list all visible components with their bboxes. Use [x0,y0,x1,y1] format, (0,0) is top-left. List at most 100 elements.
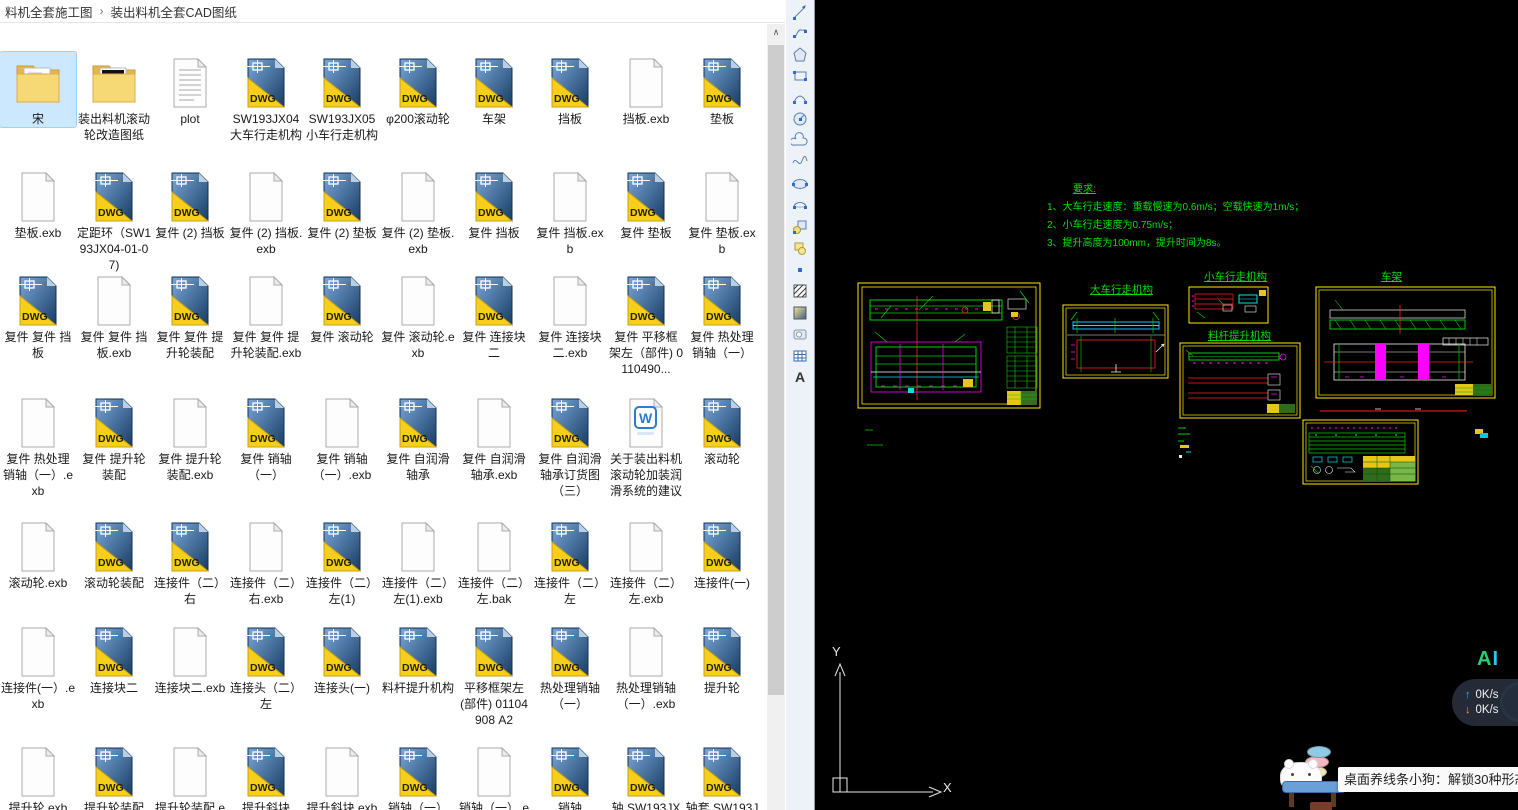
breadcrumb-item[interactable]: 装出料机全套CAD图纸 [106,2,242,21]
file-item[interactable]: DWG 连接块二 [76,621,152,696]
file-item[interactable]: 连接件(一）.exb [0,621,76,712]
tool-arc-icon[interactable] [789,87,811,109]
tool-gradient-icon[interactable] [789,302,811,324]
file-item[interactable]: DWG 提升斜块 [228,741,304,810]
file-item[interactable]: 连接件（二）左.bak [456,516,532,607]
file-item[interactable]: 连接块二.exb [152,621,228,696]
file-item[interactable]: DWG 热处理销轴（一） [532,621,608,712]
tool-insert-block-icon[interactable] [789,216,811,238]
vertical-scrollbar[interactable]: ∧ [767,24,785,810]
cad-canvas[interactable]: 要求: 1、大车行走速度：重载慢速为0.6m/s；空载快速为1m/s； 2、小车… [815,0,1518,810]
file-item[interactable]: DWG SW193JX05小车行走机构 [304,52,380,143]
file-item[interactable]: 复件 连接块二.exb [532,270,608,361]
tool-spline-icon[interactable] [789,152,811,174]
file-item[interactable]: 连接件（二）左.exb [608,516,684,607]
breadcrumb-item[interactable]: 料机全套施工图 [0,2,98,21]
tool-polygon-icon[interactable] [789,44,811,66]
file-item[interactable]: DWG 料杆提升机构 [380,621,456,696]
svg-text:DWG: DWG [22,311,48,323]
file-item[interactable]: DWG 复件 复件 提升轮装配 [152,270,228,361]
tool-region-icon[interactable] [789,324,811,346]
file-item[interactable]: 复件 挡板.exb [532,166,608,257]
file-item[interactable]: 复件 (2) 挡板.exb [228,166,304,257]
file-item[interactable]: DWG 提升轮装配 [76,741,152,810]
file-item[interactable]: 挡板.exb [608,52,684,127]
tool-hatch-icon[interactable] [789,281,811,303]
file-item[interactable]: 宋 [0,51,77,128]
file-item[interactable]: 复件 (2) 垫板.exb [380,166,456,257]
file-item[interactable]: 复件 滚动轮.exb [380,270,456,361]
tool-block-icon[interactable] [789,238,811,260]
ai-assistant-badge[interactable]: AI [1477,648,1499,671]
file-item[interactable]: DWG 平移框架左 (部件) 01104908 A2 [456,621,532,728]
file-name: 连接件（二）左.exb [609,576,682,606]
file-item[interactable]: DWG 连接头(一) [304,621,380,696]
file-item[interactable]: 复件 提升轮装配.exb [152,392,228,483]
file-item[interactable]: DWG 车架 [456,52,532,127]
file-item[interactable]: DWG 提升轮 [684,621,760,696]
tool-elliptical-arc-icon[interactable] [789,195,811,217]
file-item[interactable]: 热处理销轴（一）.exb [608,621,684,712]
file-item[interactable]: DWG 销轴（一） [380,741,456,810]
tool-rectangle-icon[interactable] [789,66,811,88]
file-item[interactable]: DWG 复件 自润滑轴承订货图（三） [532,392,608,499]
tool-revision-cloud-icon[interactable] [789,130,811,152]
scrollbar-up-arrow-icon[interactable]: ∧ [767,24,785,41]
file-item[interactable]: DWG 轴套 SW193JX04-01-08 [684,741,760,810]
file-item[interactable]: DWG 滚动轮 [684,392,760,467]
file-item[interactable]: 装出料机滚动轮改造图纸 [76,52,152,143]
file-item[interactable]: 复件 热处理销轴（一）.exb [0,392,76,499]
file-item[interactable]: DWG 复件 连接块二 [456,270,532,361]
file-item[interactable]: DWG 复件 滚动轮 [304,270,380,345]
file-item[interactable]: 复件 垫板.exb [684,166,760,257]
file-item[interactable]: DWG 销轴 [532,741,608,810]
tool-line-icon[interactable] [789,1,811,23]
file-item[interactable]: DWG 连接件（二）右 [152,516,228,607]
dwg-file-icon: DWG [228,741,304,797]
file-item[interactable]: DWG 复件 挡板 [456,166,532,241]
file-item[interactable]: 提升轮装配.exb [152,741,228,810]
file-item[interactable]: DWG 垫板 [684,52,760,127]
file-item[interactable]: DWG 复件 热处理销轴（一） [684,270,760,361]
tool-ellipse-icon[interactable] [789,173,811,195]
file-item[interactable]: DWG 连接头（二）左 [228,621,304,712]
tool-text-icon[interactable]: A [789,367,811,389]
file-item[interactable]: 销轴（一）.exb [456,741,532,810]
file-item[interactable]: DWG 连接件（二）左 [532,516,608,607]
file-item[interactable]: DWG 复件 (2) 垫板 [304,166,380,241]
file-item[interactable]: DWG 挡板 [532,52,608,127]
desktop-pet-widget[interactable]: 桌面养线条小狗：解锁30种形态 [1280,745,1518,810]
file-item[interactable]: W 关于装出料机滚动轮加装润滑系统的建议 [608,392,684,499]
file-item[interactable]: DWG 轴 SW193JX04-01-05 [608,741,684,810]
file-item[interactable]: 滚动轮.exb [0,516,76,591]
file-item[interactable]: DWG 复件 销轴（一） [228,392,304,483]
file-item[interactable]: DWG 复件 垫板 [608,166,684,241]
network-speed-widget[interactable]: ↑ 0K/s ↓ 0K/s [1452,679,1518,726]
file-item[interactable]: 垫板.exb [0,166,76,241]
file-item[interactable]: DWG 复件 复件 挡板 [0,270,76,361]
file-item[interactable]: DWG 复件 自润滑轴承 [380,392,456,483]
file-item[interactable]: 提升轮.exb [0,741,76,810]
file-item[interactable]: 连接件（二）左(1).exb [380,516,456,607]
file-item[interactable]: DWG 连接件（二）左(1) [304,516,380,607]
file-item[interactable]: DWG 复件 平移框架左（部件) 0110490... [608,270,684,377]
tool-polyline-icon[interactable] [789,23,811,45]
file-item[interactable]: 提升斜块.exb [304,741,380,810]
file-item[interactable]: plot [152,52,228,127]
file-item[interactable]: DWG 滚动轮装配 [76,516,152,591]
file-item[interactable]: 复件 销轴（一）.exb [304,392,380,483]
scrollbar-thumb[interactable] [768,45,784,695]
file-item[interactable]: 复件 复件 提升轮装配.exb [228,270,304,361]
tool-point-icon[interactable] [789,259,811,281]
file-item[interactable]: DWG 复件 (2) 挡板 [152,166,228,241]
file-item[interactable]: 复件 复件 挡板.exb [76,270,152,361]
tool-circle-icon[interactable] [789,109,811,131]
file-item[interactable]: 复件 自润滑轴承.exb [456,392,532,483]
file-item[interactable]: DWG 连接件(一) [684,516,760,591]
file-item[interactable]: 连接件（二）右.exb [228,516,304,607]
file-item[interactable]: DWG 定距环（SW193JX04-01-07) [76,166,152,273]
file-item[interactable]: DWG φ200滚动轮 [380,52,456,127]
file-item[interactable]: DWG 复件 提升轮装配 [76,392,152,483]
tool-table-icon[interactable] [789,345,811,367]
file-item[interactable]: DWG SW193JX04大车行走机构 [228,52,304,143]
